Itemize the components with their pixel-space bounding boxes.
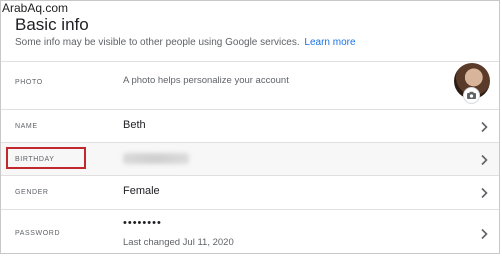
- chevron-right-icon[interactable]: [479, 154, 489, 166]
- chevron-right-icon[interactable]: [479, 228, 489, 240]
- chevron-right-icon[interactable]: [479, 187, 489, 199]
- watermark: ArabAq.com: [2, 1, 69, 15]
- gender-row[interactable]: GENDER Female: [1, 175, 499, 209]
- name-row[interactable]: NAME Beth: [1, 109, 499, 142]
- camera-icon[interactable]: [463, 87, 480, 104]
- page-title: Basic info: [15, 15, 89, 34]
- learn-more-link[interactable]: Learn more: [304, 37, 355, 48]
- photo-row[interactable]: PHOTO A photo helps personalize your acc…: [1, 61, 499, 109]
- photo-description: A photo helps personalize your account: [123, 75, 289, 86]
- password-dots: ••••••••: [123, 217, 162, 229]
- page-subtitle: Some info may be visible to other people…: [15, 37, 356, 48]
- photo-label: PHOTO: [15, 79, 43, 86]
- password-row[interactable]: PASSWORD •••••••• Last changed Jul 11, 2…: [1, 209, 499, 253]
- name-label: NAME: [15, 123, 38, 130]
- gender-label: GENDER: [15, 189, 49, 196]
- name-value: Beth: [123, 119, 146, 131]
- birthday-value-blurred: [123, 153, 189, 164]
- birthday-highlight-box: [6, 147, 86, 169]
- password-label: PASSWORD: [15, 230, 61, 237]
- chevron-right-icon[interactable]: [479, 121, 489, 133]
- basic-info-card: Basic info Some info may be visible to o…: [0, 0, 500, 254]
- subtitle-text: Some info may be visible to other people…: [15, 37, 300, 48]
- gender-value: Female: [123, 185, 160, 197]
- password-last-changed: Last changed Jul 11, 2020: [123, 237, 234, 248]
